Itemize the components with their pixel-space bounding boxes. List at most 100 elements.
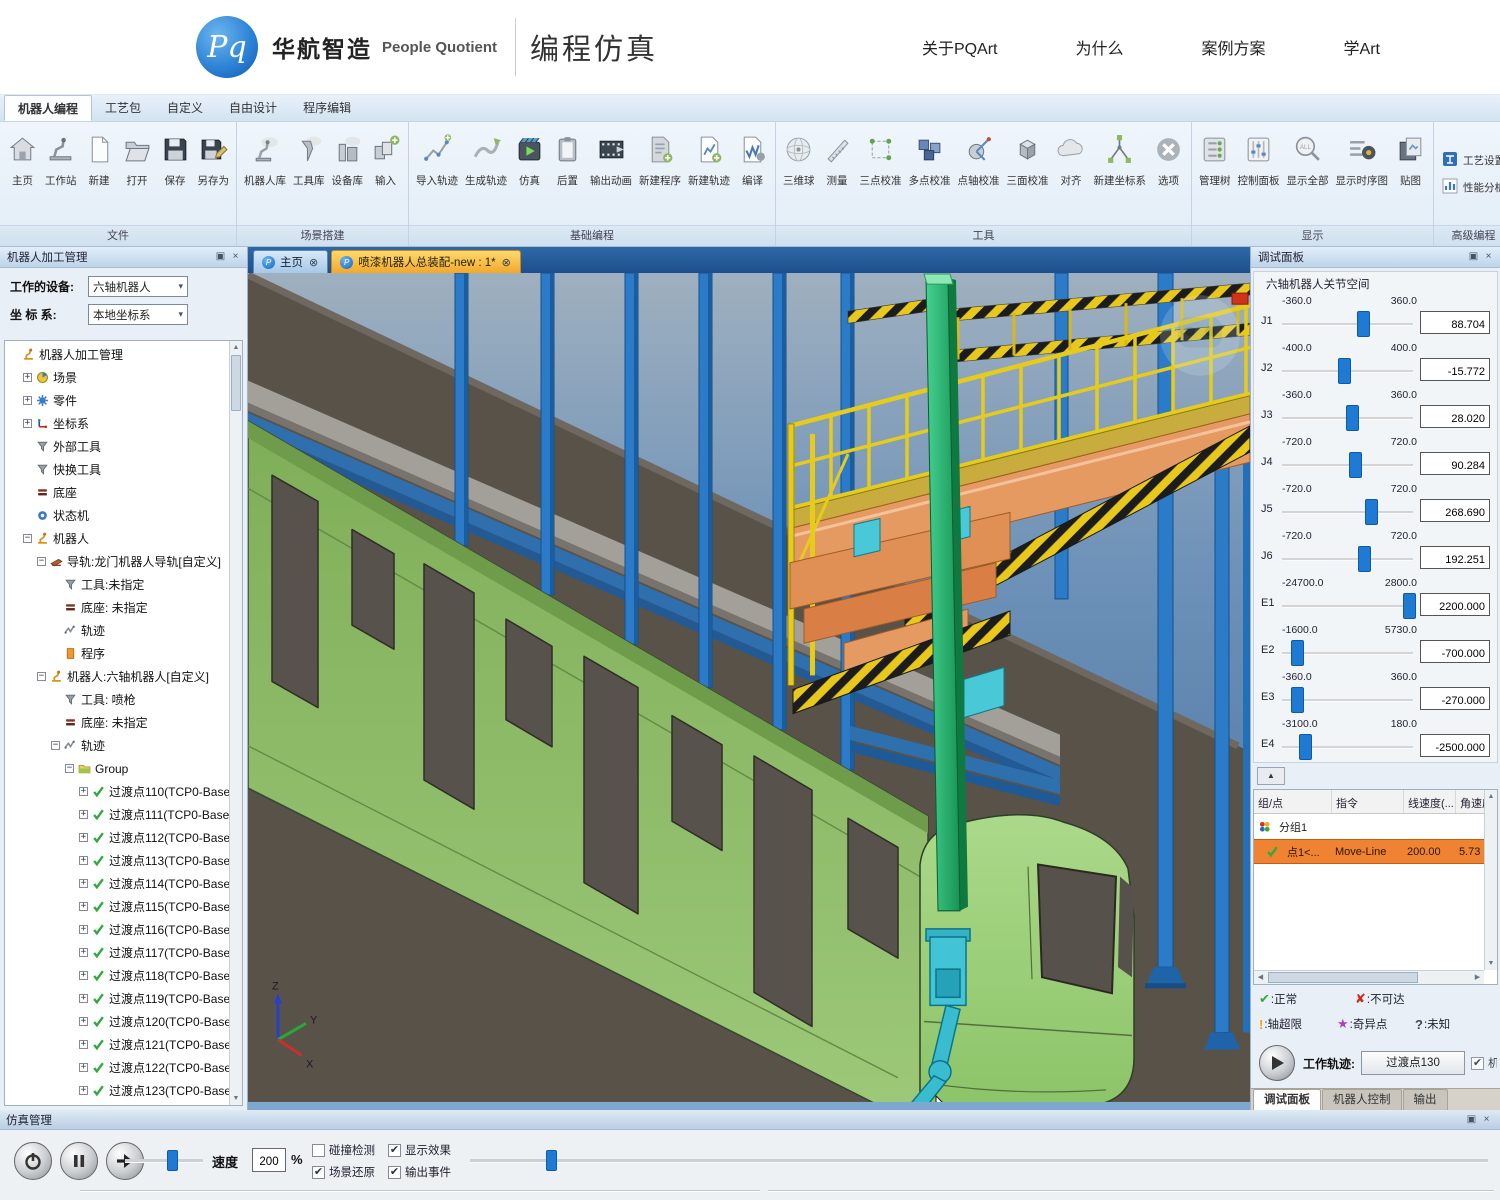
tree-expander-icon[interactable]: − — [51, 741, 60, 750]
tree-item[interactable]: +过渡点118(TCP0-Base) — [5, 964, 229, 987]
joint-slider-track[interactable] — [1282, 323, 1413, 326]
ribbon-button-生成轨迹[interactable]: 生成轨迹 — [462, 130, 510, 192]
pin-icon[interactable]: ▣ — [213, 250, 228, 264]
tree-item[interactable]: +过渡点112(TCP0-Base) — [5, 826, 229, 849]
tree-item[interactable]: 轨迹 — [5, 619, 229, 642]
tree-item[interactable]: +过渡点113(TCP0-Base) — [5, 849, 229, 872]
ribbon-button-控制面板[interactable]: 控制面板 — [1235, 130, 1283, 192]
checkbox-碰撞检测[interactable]: 碰撞检测 — [312, 1142, 375, 1158]
ribbon-button-新建坐标系[interactable]: 新建坐标系 — [1091, 130, 1150, 192]
tree-item[interactable]: +坐标系 — [5, 412, 229, 435]
speed-slider-handle[interactable] — [167, 1150, 178, 1171]
ribbon-tab-自由设计[interactable]: 自由设计 — [216, 95, 290, 121]
tree-expander-icon[interactable]: − — [37, 557, 46, 566]
tree-item[interactable]: 程序 — [5, 642, 229, 665]
ribbon-button-新建轨迹[interactable]: 新建轨迹 — [685, 130, 733, 192]
close-icon[interactable]: × — [1481, 250, 1496, 264]
ribbon-button-显示时序图[interactable]: 显示时序图 — [1333, 130, 1392, 192]
tree-item[interactable]: +零件 — [5, 389, 229, 412]
ribbon-button-输出动画[interactable]: 输出动画 — [587, 130, 635, 192]
speed-input[interactable] — [252, 1148, 286, 1172]
tree-item[interactable]: 底座: 未指定 — [5, 711, 229, 734]
joint-value-input[interactable] — [1420, 405, 1490, 428]
tree-item[interactable]: +过渡点120(TCP0-Base) — [5, 1010, 229, 1033]
tree-item[interactable]: +过渡点114(TCP0-Base) — [5, 872, 229, 895]
joint-slider-handle[interactable] — [1291, 640, 1304, 666]
ribbon-button-三维球[interactable]: 三维球 — [780, 130, 818, 192]
tree-item[interactable]: 机器人加工管理 — [5, 343, 229, 366]
joint-slider-track[interactable] — [1282, 652, 1413, 655]
ribbon-button-多点校准[interactable]: 多点校准 — [906, 130, 954, 192]
ribbon-button-后置[interactable]: 后置 — [549, 130, 586, 192]
tree-expander-icon[interactable]: + — [23, 419, 32, 428]
pin-icon[interactable]: ▣ — [1464, 1113, 1479, 1127]
checkbox-显示效果[interactable]: ✔显示效果 — [388, 1142, 451, 1158]
joint-value-input[interactable] — [1420, 546, 1490, 569]
ribbon-button-工具库[interactable]: 工具库 — [290, 130, 328, 192]
tree-item[interactable]: +过渡点110(TCP0-Base) — [5, 780, 229, 803]
debug-tab-输出[interactable]: 输出 — [1403, 1089, 1448, 1110]
tree-item[interactable]: −轨迹 — [5, 734, 229, 757]
joint-slider-track[interactable] — [1282, 746, 1413, 749]
ribbon-button-保存[interactable]: 保存 — [157, 130, 194, 192]
viewport-tab-喷漆机器人总装配-new : 1*[interactable]: P喷漆机器人总装配-new : 1*⊗ — [331, 250, 521, 273]
work-trajectory-button[interactable]: 过渡点130 — [1361, 1051, 1465, 1075]
table-vscrollbar[interactable]: ▲ ▼ — [1484, 790, 1497, 970]
speed-slider[interactable] — [125, 1159, 203, 1163]
nav-item-4[interactable]: 学Art — [1344, 35, 1380, 59]
tree-item[interactable]: +过渡点111(TCP0-Base) — [5, 803, 229, 826]
joint-slider-handle[interactable] — [1403, 593, 1416, 619]
tree-item[interactable]: +过渡点123(TCP0-Base) — [5, 1079, 229, 1102]
joint-value-input[interactable] — [1420, 452, 1490, 475]
tree-expander-icon[interactable]: + — [79, 787, 88, 796]
close-icon[interactable]: ⊗ — [308, 256, 319, 269]
close-icon[interactable]: × — [1479, 1113, 1494, 1127]
tree-expander-icon[interactable]: − — [23, 534, 32, 543]
tree-item[interactable]: 工具:未指定 — [5, 573, 229, 596]
ribbon-button-对齐[interactable]: 对齐 — [1053, 130, 1090, 192]
ribbon-button-测量[interactable]: 测量 — [819, 130, 856, 192]
joint-value-input[interactable] — [1420, 593, 1490, 616]
ribbon-tab-自定义[interactable]: 自定义 — [154, 95, 216, 121]
stop-button[interactable] — [14, 1142, 52, 1180]
tree-expander-icon[interactable]: + — [79, 856, 88, 865]
tree-scrollbar[interactable]: ▲ ▼ — [229, 341, 242, 1105]
tree-item[interactable]: 外部工具 — [5, 435, 229, 458]
tree-expander-icon[interactable]: + — [79, 902, 88, 911]
ribbon-tab-工艺包[interactable]: 工艺包 — [92, 95, 154, 121]
joint-value-input[interactable] — [1420, 687, 1490, 710]
viewport-tab-主页[interactable]: P主页⊗ — [253, 250, 328, 273]
tree-expander-icon[interactable]: + — [79, 1086, 88, 1095]
tree-expander-icon[interactable]: + — [79, 879, 88, 888]
ribbon-button-显示全部[interactable]: ALL显示全部 — [1284, 130, 1332, 192]
joint-slider-track[interactable] — [1282, 605, 1413, 608]
debug-tab-机器人控制[interactable]: 机器人控制 — [1322, 1089, 1402, 1110]
tree-item[interactable]: +过渡点121(TCP0-Base) — [5, 1033, 229, 1056]
scroll-down-icon[interactable]: ▼ — [230, 1092, 242, 1105]
table-hscrollbar[interactable]: ◀ ▶ — [1254, 970, 1484, 984]
joint-slider-handle[interactable] — [1349, 452, 1362, 478]
tree-item[interactable]: +过渡点115(TCP0-Base) — [5, 895, 229, 918]
tree-expander-icon[interactable]: + — [79, 971, 88, 980]
ribbon-button-导入轨迹[interactable]: 导入轨迹 — [413, 130, 461, 192]
joint-slider-handle[interactable] — [1357, 311, 1370, 337]
ribbon-button-选项[interactable]: 选项 — [1150, 130, 1187, 192]
tree-item[interactable]: 工具: 喷枪 — [5, 688, 229, 711]
scroll-up-icon[interactable]: ▲ — [1485, 790, 1497, 803]
coord-select[interactable]: 本地坐标系 ▾ — [88, 304, 188, 325]
table-group-row[interactable]: 分组1 — [1254, 814, 1497, 839]
tree-expander-icon[interactable]: + — [23, 396, 32, 405]
scroll-down-icon[interactable]: ▼ — [1485, 957, 1497, 970]
tree-expander-icon[interactable]: + — [79, 810, 88, 819]
viewport[interactable]: P主页⊗P喷漆机器人总装配-new : 1*⊗ — [248, 247, 1250, 1110]
tree-expander-icon[interactable]: − — [65, 764, 74, 773]
ribbon-button-三点校准[interactable]: 三点校准 — [857, 130, 905, 192]
joint-slider-handle[interactable] — [1299, 734, 1312, 760]
ribbon-button-主页[interactable]: 主页 — [4, 130, 41, 192]
tree-item[interactable]: −机器人:六轴机器人[自定义] — [5, 665, 229, 688]
ribbon-button-编译[interactable]: 编译 — [734, 130, 771, 192]
checkbox-场景还原[interactable]: ✔场景还原 — [312, 1164, 375, 1180]
tree-item[interactable]: +场景 — [5, 366, 229, 389]
tree-expander-icon[interactable]: + — [79, 925, 88, 934]
tree-item[interactable]: 底座: 未指定 — [5, 596, 229, 619]
